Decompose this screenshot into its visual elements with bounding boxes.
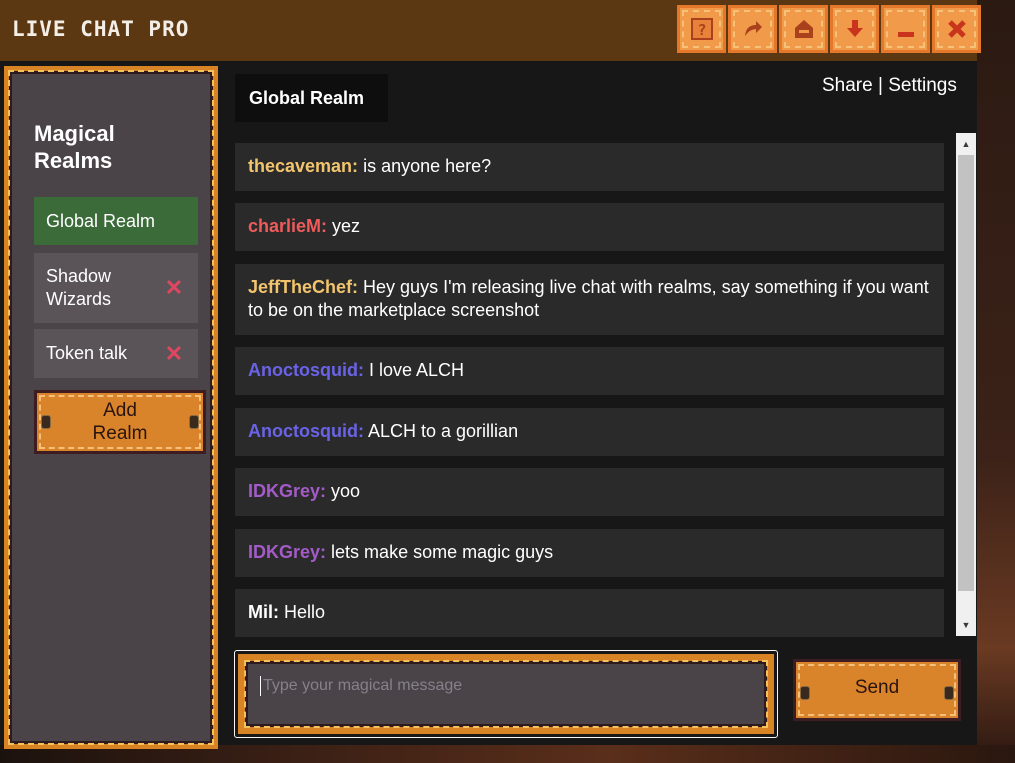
message-input[interactable]: Type your magical message [244, 660, 768, 728]
add-realm-button[interactable]: Add Realm [34, 390, 206, 454]
download-icon [846, 20, 863, 37]
rivet-decoration [944, 686, 954, 700]
share-link[interactable]: Share [822, 75, 873, 96]
message-username: Anoctosquid: [248, 360, 364, 380]
message-input-frame: Type your magical message [234, 650, 778, 738]
message-item: charlieM: yez [235, 203, 944, 251]
app-title: LIVE CHAT PRO [12, 17, 190, 41]
message-input-border: Type your magical message [238, 654, 774, 734]
help-button[interactable]: ? [677, 5, 726, 53]
message-text: yez [332, 216, 361, 236]
home-button[interactable] [779, 5, 828, 53]
message-item: Anoctosquid: I love ALCH [235, 347, 944, 395]
message-username: JeffTheChef: [248, 277, 359, 297]
chat-window: LIVE CHAT PRO ? Magical Realms Global Re… [0, 0, 981, 749]
send-label: Send [854, 677, 900, 698]
message-text: ALCH to a gorillian [368, 421, 519, 441]
home-icon [794, 20, 813, 38]
download-button[interactable] [830, 5, 879, 53]
svg-text:?: ? [697, 21, 706, 39]
message-item: JeffTheChef: Hey guys I'm releasing live… [235, 264, 944, 335]
close-button[interactable] [932, 5, 981, 53]
realm-label: Global Realm [46, 210, 156, 231]
delete-realm-icon[interactable]: ✕ [162, 341, 186, 367]
realm-item-token-talk[interactable]: Token talk ✕ [34, 329, 198, 378]
realm-item-shadow-wizards[interactable]: Shadow Wizards ✕ [34, 253, 198, 323]
minimize-icon [897, 32, 914, 37]
delete-realm-icon[interactable]: ✕ [162, 275, 186, 301]
scrollbar-thumb[interactable] [958, 155, 974, 591]
scroll-down-arrow-icon[interactable]: ▼ [956, 616, 976, 634]
header-links: Share | Settings [822, 75, 957, 97]
window-controls: ? [677, 5, 981, 53]
realms-panel: Magical Realms Global Realm Shadow Wizar… [8, 70, 214, 745]
rivet-decoration [41, 415, 51, 429]
message-item: IDKGrey: yoo [235, 468, 944, 516]
message-username: IDKGrey: [248, 481, 327, 501]
background-scene [977, 0, 1015, 763]
link-separator: | [877, 75, 883, 96]
settings-link[interactable]: Settings [888, 75, 957, 96]
title-bar: LIVE CHAT PRO ? [0, 0, 981, 61]
scroll-up-arrow-icon[interactable]: ▲ [956, 135, 976, 153]
message-username: Anoctosquid: [248, 421, 364, 441]
message-item: Mil: Hello [235, 589, 944, 637]
share-arrow-icon [744, 21, 762, 36]
text-caret [260, 676, 261, 696]
rivet-decoration [189, 415, 199, 429]
help-icon: ? [690, 18, 713, 40]
realm-item-global-realm[interactable]: Global Realm [34, 197, 198, 245]
realm-label: Token talk [46, 343, 128, 363]
message-item: IDKGrey: lets make some magic guys [235, 529, 944, 577]
message-username: charlieM: [248, 216, 328, 236]
message-item: thecaveman: is anyone here? [235, 143, 944, 191]
share-window-button[interactable] [728, 5, 777, 53]
sidebar-title: Magical Realms [34, 121, 115, 173]
message-text: lets make some magic guys [331, 542, 554, 562]
message-text: is anyone here? [363, 156, 492, 176]
message-input-placeholder: Type your magical message [263, 677, 463, 694]
message-username: thecaveman: [248, 156, 359, 176]
rivet-decoration [800, 686, 810, 700]
message-username: IDKGrey: [248, 542, 327, 562]
add-realm-label: Add Realm [92, 400, 148, 444]
send-button[interactable]: Send [793, 659, 961, 721]
realm-label: Shadow Wizards [46, 266, 112, 309]
close-icon [947, 20, 966, 38]
realms-sidebar: Magical Realms Global Realm Shadow Wizar… [4, 66, 218, 749]
message-text: I love ALCH [369, 360, 465, 380]
message-text: Hello [284, 602, 326, 622]
tab-global-realm[interactable]: Global Realm [235, 74, 388, 122]
minimize-button[interactable] [881, 5, 930, 53]
message-scrollbar[interactable]: ▲ ▼ [956, 133, 976, 636]
message-username: Mil: [248, 602, 279, 622]
message-item: Anoctosquid: ALCH to a gorillian [235, 408, 944, 456]
message-text: yoo [331, 481, 361, 501]
